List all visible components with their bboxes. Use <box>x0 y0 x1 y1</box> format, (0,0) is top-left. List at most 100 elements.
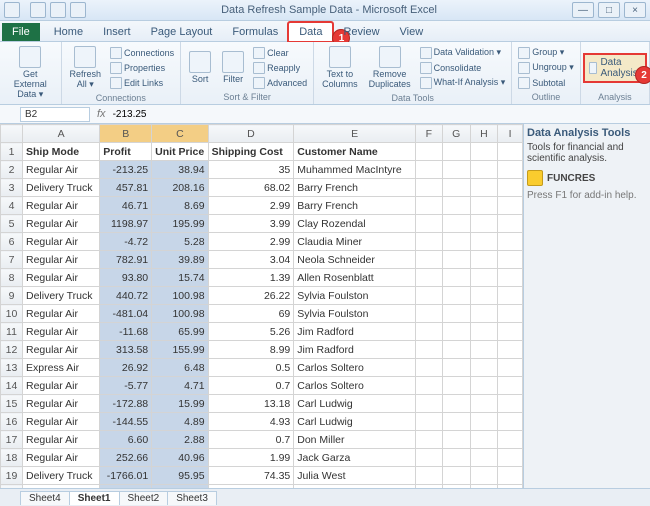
cell-C20[interactable]: 3.89 <box>152 485 208 489</box>
row-header-18[interactable]: 18 <box>1 449 23 467</box>
refresh-all-button[interactable]: Refresh All ▾ <box>66 44 106 92</box>
cell-C11[interactable]: 65.99 <box>152 323 208 341</box>
cell-D11[interactable]: 5.26 <box>208 323 294 341</box>
row-header-9[interactable]: 9 <box>1 287 23 305</box>
row-header-17[interactable]: 17 <box>1 431 23 449</box>
cell-I4[interactable] <box>498 197 523 215</box>
cell-D13[interactable]: 0.5 <box>208 359 294 377</box>
edit-links-button[interactable]: Edit Links <box>108 76 176 90</box>
cell-C3[interactable]: 208.16 <box>152 179 208 197</box>
cell-I14[interactable] <box>498 377 523 395</box>
cell-H20[interactable] <box>470 485 498 489</box>
cell-G9[interactable] <box>442 287 470 305</box>
cell-H15[interactable] <box>470 395 498 413</box>
cell-F18[interactable] <box>415 449 442 467</box>
cell-I5[interactable] <box>498 215 523 233</box>
cell-B5[interactable]: 1198.97 <box>100 215 152 233</box>
row-header-6[interactable]: 6 <box>1 233 23 251</box>
cell-A7[interactable]: Regular Air <box>23 251 100 269</box>
cell-F7[interactable] <box>415 251 442 269</box>
row-header-5[interactable]: 5 <box>1 215 23 233</box>
cell-C2[interactable]: 38.94 <box>152 161 208 179</box>
row-header-20[interactable]: 20 <box>1 485 23 489</box>
cell-H1[interactable] <box>470 143 498 161</box>
cell-G14[interactable] <box>442 377 470 395</box>
cell-C13[interactable]: 6.48 <box>152 359 208 377</box>
cell-G11[interactable] <box>442 323 470 341</box>
cell-B12[interactable]: 313.58 <box>100 341 152 359</box>
cell-G16[interactable] <box>442 413 470 431</box>
sheet-tab-sheet3[interactable]: Sheet3 <box>167 491 217 505</box>
cell-E7[interactable]: Neola Schneider <box>294 251 416 269</box>
sort-button[interactable]: Sort <box>185 49 215 87</box>
cell-E5[interactable]: Clay Rozendal <box>294 215 416 233</box>
cell-C17[interactable]: 2.88 <box>152 431 208 449</box>
cell-E17[interactable]: Don Miller <box>294 431 416 449</box>
col-header-A[interactable]: A <box>23 125 100 143</box>
row-header-2[interactable]: 2 <box>1 161 23 179</box>
cell-H11[interactable] <box>470 323 498 341</box>
what-if-button[interactable]: What-If Analysis ▾ <box>418 76 508 90</box>
row-header-4[interactable]: 4 <box>1 197 23 215</box>
cell-I7[interactable] <box>498 251 523 269</box>
cell-D19[interactable]: 74.35 <box>208 467 294 485</box>
cell-I3[interactable] <box>498 179 523 197</box>
cell-B1[interactable]: Profit <box>100 143 152 161</box>
undo-icon[interactable] <box>50 2 66 18</box>
tab-home[interactable]: Home <box>44 23 93 41</box>
cell-E6[interactable]: Claudia Miner <box>294 233 416 251</box>
cell-B19[interactable]: -1766.01 <box>100 467 152 485</box>
cell-H4[interactable] <box>470 197 498 215</box>
sheet-tab-sheet2[interactable]: Sheet2 <box>119 491 169 505</box>
row-header-14[interactable]: 14 <box>1 377 23 395</box>
col-header-H[interactable]: H <box>470 125 498 143</box>
cell-I2[interactable] <box>498 161 523 179</box>
cell-H9[interactable] <box>470 287 498 305</box>
cell-D9[interactable]: 26.22 <box>208 287 294 305</box>
cell-D10[interactable]: 69 <box>208 305 294 323</box>
subtotal-button[interactable]: Subtotal <box>516 76 576 90</box>
cell-H19[interactable] <box>470 467 498 485</box>
cell-E10[interactable]: Sylvia Foulston <box>294 305 416 323</box>
cell-B4[interactable]: 46.71 <box>100 197 152 215</box>
cell-I6[interactable] <box>498 233 523 251</box>
cell-I20[interactable] <box>498 485 523 489</box>
cell-D20[interactable]: 7.01 <box>208 485 294 489</box>
ungroup-button[interactable]: Ungroup ▾ <box>516 61 576 75</box>
maximize-button[interactable]: □ <box>598 2 620 18</box>
cell-I13[interactable] <box>498 359 523 377</box>
text-to-columns-button[interactable]: Text to Columns <box>318 44 362 92</box>
close-button[interactable]: × <box>624 2 646 18</box>
cell-A11[interactable]: Regular Air <box>23 323 100 341</box>
cell-G12[interactable] <box>442 341 470 359</box>
cell-G7[interactable] <box>442 251 470 269</box>
row-header-16[interactable]: 16 <box>1 413 23 431</box>
row-header-15[interactable]: 15 <box>1 395 23 413</box>
cell-G5[interactable] <box>442 215 470 233</box>
formula-bar[interactable] <box>109 108 650 121</box>
cell-E16[interactable]: Carl Ludwig <box>294 413 416 431</box>
cell-A16[interactable]: Regular Air <box>23 413 100 431</box>
cell-I19[interactable] <box>498 467 523 485</box>
cell-H5[interactable] <box>470 215 498 233</box>
cell-E3[interactable]: Barry French <box>294 179 416 197</box>
cell-E18[interactable]: Jack Garza <box>294 449 416 467</box>
advanced-button[interactable]: Advanced <box>251 76 309 90</box>
cell-G15[interactable] <box>442 395 470 413</box>
clear-button[interactable]: Clear <box>251 46 309 60</box>
cell-H18[interactable] <box>470 449 498 467</box>
cell-F6[interactable] <box>415 233 442 251</box>
cell-I17[interactable] <box>498 431 523 449</box>
cell-D4[interactable]: 2.99 <box>208 197 294 215</box>
data-validation-button[interactable]: Data Validation ▾ <box>418 46 508 60</box>
cell-B2[interactable]: -213.25 <box>100 161 152 179</box>
col-header-B[interactable]: B <box>100 125 152 143</box>
cell-H10[interactable] <box>470 305 498 323</box>
cell-A14[interactable]: Regular Air <box>23 377 100 395</box>
cell-D3[interactable]: 68.02 <box>208 179 294 197</box>
cell-B3[interactable]: 457.81 <box>100 179 152 197</box>
row-header-3[interactable]: 3 <box>1 179 23 197</box>
cell-C1[interactable]: Unit Price <box>152 143 208 161</box>
tab-insert[interactable]: Insert <box>93 23 141 41</box>
cell-I11[interactable] <box>498 323 523 341</box>
